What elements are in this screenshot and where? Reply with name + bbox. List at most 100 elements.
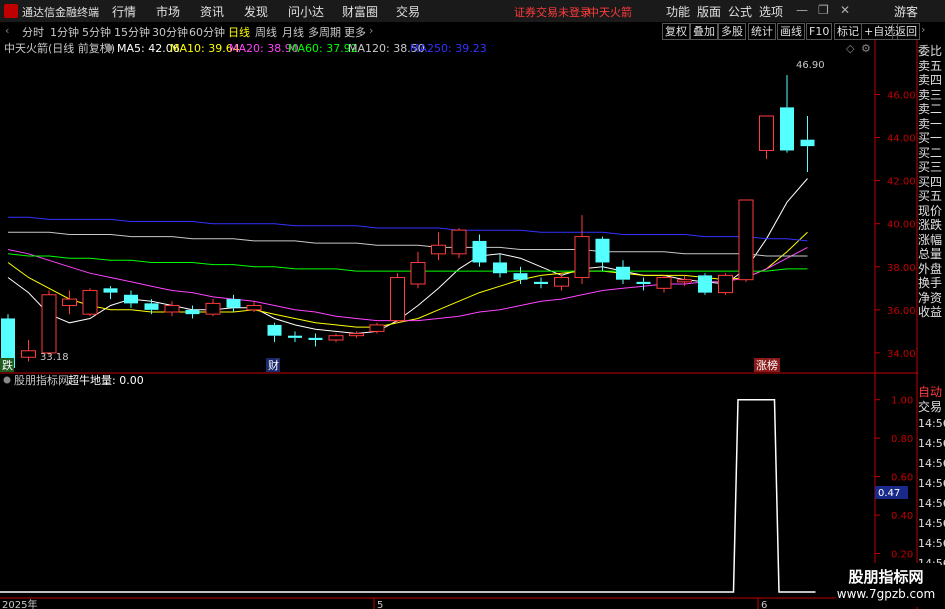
menu-item-discover[interactable]: 发现 — [244, 3, 268, 20]
candle[interactable] — [185, 305, 200, 319]
candle[interactable] — [738, 199, 754, 282]
candle-body — [554, 277, 569, 287]
candle[interactable] — [62, 290, 77, 315]
order-book-row: 卖一 — [918, 116, 943, 131]
tab-intraday[interactable]: 分时 — [22, 24, 44, 40]
candle-body — [82, 289, 98, 315]
ma250-label: MA250: 39.23 — [410, 42, 487, 55]
menu-item-ask[interactable]: 问小达 — [288, 3, 324, 20]
candle[interactable] — [677, 275, 692, 287]
tab-weekly[interactable]: 周线 — [255, 24, 277, 40]
candle-body — [164, 305, 180, 313]
tab-5min[interactable]: 5分钟 — [82, 24, 111, 40]
candle[interactable] — [328, 333, 344, 343]
menu-item-news[interactable]: 资讯 — [200, 3, 224, 20]
back-button[interactable]: 返回 — [892, 23, 920, 40]
candle[interactable] — [349, 331, 364, 338]
candle[interactable] — [574, 215, 590, 284]
candle[interactable] — [656, 275, 672, 293]
watermark: 股朋指标网 www.7gpzb.com — [836, 563, 936, 607]
candle-body — [759, 115, 774, 151]
candle[interactable] — [493, 253, 507, 278]
candle[interactable] — [410, 251, 426, 289]
restore-icon[interactable]: ❐ — [818, 3, 829, 17]
candle[interactable] — [288, 331, 302, 343]
trade-login-status[interactable]: 证券交易未登录 — [514, 4, 591, 20]
indicator-panel-toggle-icon[interactable] — [3, 376, 11, 384]
menu-item-layout[interactable]: 版面 — [697, 3, 721, 20]
candle[interactable] — [82, 288, 98, 317]
candle[interactable] — [267, 322, 282, 343]
candle[interactable] — [21, 340, 36, 362]
candle[interactable] — [472, 234, 487, 267]
candle[interactable] — [616, 260, 630, 284]
candle[interactable] — [431, 232, 446, 261]
menu-item-trade[interactable]: 交易 — [396, 3, 420, 20]
tab-30min[interactable]: 30分钟 — [152, 24, 188, 40]
f10-button[interactable]: F10 — [806, 23, 833, 40]
mark-button[interactable]: 标记 — [834, 23, 862, 40]
order-book-row: 委比 — [918, 44, 943, 58]
price-tick-label: 42.00 — [887, 177, 916, 188]
multi-stock-button[interactable]: 多股 — [718, 23, 746, 40]
adjust-button[interactable]: 复权 — [662, 23, 690, 40]
candle-body — [41, 294, 57, 354]
candle[interactable] — [718, 273, 733, 295]
order-book-row: 涨跌 — [918, 218, 943, 232]
tab-daily[interactable]: 日线 — [228, 24, 250, 40]
candle[interactable] — [451, 228, 467, 259]
toolbar-arrow-right-icon[interactable]: › — [921, 23, 925, 36]
chart-area[interactable]: 46.00 44.00 42.00 40.00 38.00 36.00 34.00 1.00… — [0, 40, 945, 609]
menu-item-formula[interactable]: 公式 — [728, 3, 752, 20]
candle[interactable] — [554, 273, 569, 291]
tab-1min[interactable]: 1分钟 — [50, 24, 79, 40]
guest-label[interactable]: 游客 — [894, 3, 918, 20]
candle[interactable] — [390, 273, 405, 323]
price-tick-label: 36.00 — [887, 306, 916, 317]
candle[interactable] — [124, 290, 138, 308]
menu-item-market[interactable]: 市场 — [156, 3, 180, 20]
indicator-tick-label: 1.00 — [891, 396, 913, 407]
tick-time: 14:56 — [918, 457, 945, 470]
menu-item-wealth[interactable]: 财富圈 — [342, 3, 378, 20]
menu-item-options[interactable]: 选项 — [759, 3, 783, 20]
candle[interactable] — [780, 75, 794, 153]
candle[interactable] — [800, 116, 815, 172]
candle[interactable] — [205, 299, 221, 317]
expand-icon[interactable]: ◇ — [846, 42, 855, 55]
indicator-toggle-icon[interactable] — [105, 44, 113, 52]
settings-icon[interactable]: ⚙ — [861, 42, 871, 55]
tab-multi-period[interactable]: 多周期 — [308, 24, 341, 40]
candle[interactable] — [636, 277, 651, 291]
price-tick-label: 38.00 — [887, 263, 916, 274]
max-price-label: 46.90 — [796, 60, 825, 71]
toolbar-arrow-icon[interactable]: ‹ — [5, 24, 9, 37]
menu-item-quotes[interactable]: 行情 — [112, 3, 136, 20]
candle[interactable] — [226, 294, 241, 312]
order-book-row: 卖三 — [918, 87, 943, 102]
candle[interactable] — [164, 301, 180, 317]
candle[interactable] — [595, 236, 610, 272]
more-chevron-icon[interactable]: › — [369, 24, 373, 37]
candle-body — [636, 281, 651, 284]
candle-body — [185, 309, 200, 315]
auto-trade-toggle[interactable]: 自动 — [918, 385, 945, 400]
tab-more[interactable]: 更多 — [344, 24, 366, 40]
overlay-button[interactable]: 叠加 — [690, 23, 718, 40]
candle[interactable] — [759, 115, 774, 160]
indicator-tick-label: 0.20 — [891, 550, 913, 561]
draw-line-button[interactable]: 画线 — [777, 23, 805, 40]
minimize-icon[interactable]: — — [796, 3, 808, 17]
tab-60min[interactable]: 60分钟 — [189, 24, 225, 40]
close-icon[interactable]: ✕ — [840, 3, 850, 17]
tab-15min[interactable]: 15分钟 — [114, 24, 150, 40]
candle-body — [780, 107, 794, 151]
candle[interactable] — [308, 333, 323, 347]
candle[interactable] — [41, 290, 57, 356]
tab-monthly[interactable]: 月线 — [282, 24, 304, 40]
stats-button[interactable]: 统计 — [748, 23, 776, 40]
candle[interactable] — [103, 286, 118, 300]
candle[interactable] — [534, 277, 548, 289]
candle[interactable] — [698, 273, 712, 295]
menu-item-function[interactable]: 功能 — [666, 3, 690, 20]
